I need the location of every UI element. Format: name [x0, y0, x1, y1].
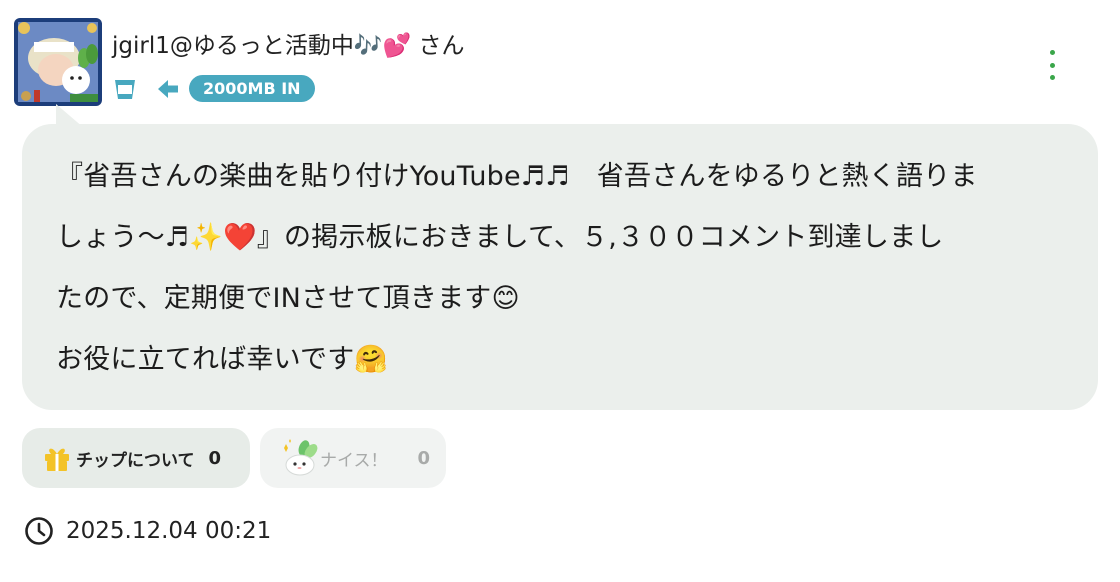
- post-body: 『省吾さんの楽曲を貼り付けYouTube♬♬ 省吾さんをゆるりと熱く語りま しょ…: [22, 124, 1098, 410]
- nice-button[interactable]: ナイス！ 0: [260, 428, 446, 488]
- avatar-image: [14, 18, 102, 106]
- more-vertical-icon[interactable]: [1041, 50, 1063, 80]
- tip-label: チップについて: [76, 450, 195, 471]
- tip-count: 0: [208, 447, 222, 469]
- menu-dot: [1049, 50, 1055, 55]
- post-line: たので、定期便でINさせて頂きます😊: [56, 283, 520, 314]
- timestamp-row: 2025.12.04 00:21: [24, 514, 271, 548]
- avatar[interactable]: [14, 18, 102, 106]
- nice-icon: [284, 439, 318, 476]
- post-line: 『省吾さんの楽曲を貼り付けYouTube♬♬ 省吾さんをゆるりと熱く語りま: [56, 161, 978, 192]
- user-meta-row: 2000MB IN: [112, 75, 315, 102]
- clock-icon: [25, 517, 53, 545]
- menu-dot: [1049, 75, 1055, 80]
- username[interactable]: jgirl1@ゆるっと活動中🎶💕 さん: [112, 30, 464, 62]
- arrow-left-icon: [158, 79, 178, 98]
- timestamp: 2025.12.04 00:21: [66, 518, 272, 544]
- cup-icon: [115, 79, 135, 99]
- post-line: しょう〜♬✨❤️』の掲示板におきまして、５,３００コメント到達しまし: [56, 222, 944, 253]
- post-line: お役に立てれば幸いです🤗: [56, 344, 389, 375]
- tip-button[interactable]: チップについて 0: [22, 428, 250, 488]
- mb-badge: 2000MB IN: [189, 75, 315, 102]
- nice-count: 0: [417, 447, 431, 469]
- gift-icon: [45, 448, 69, 471]
- nice-label: ナイス！: [320, 450, 388, 471]
- menu-dot: [1049, 62, 1055, 68]
